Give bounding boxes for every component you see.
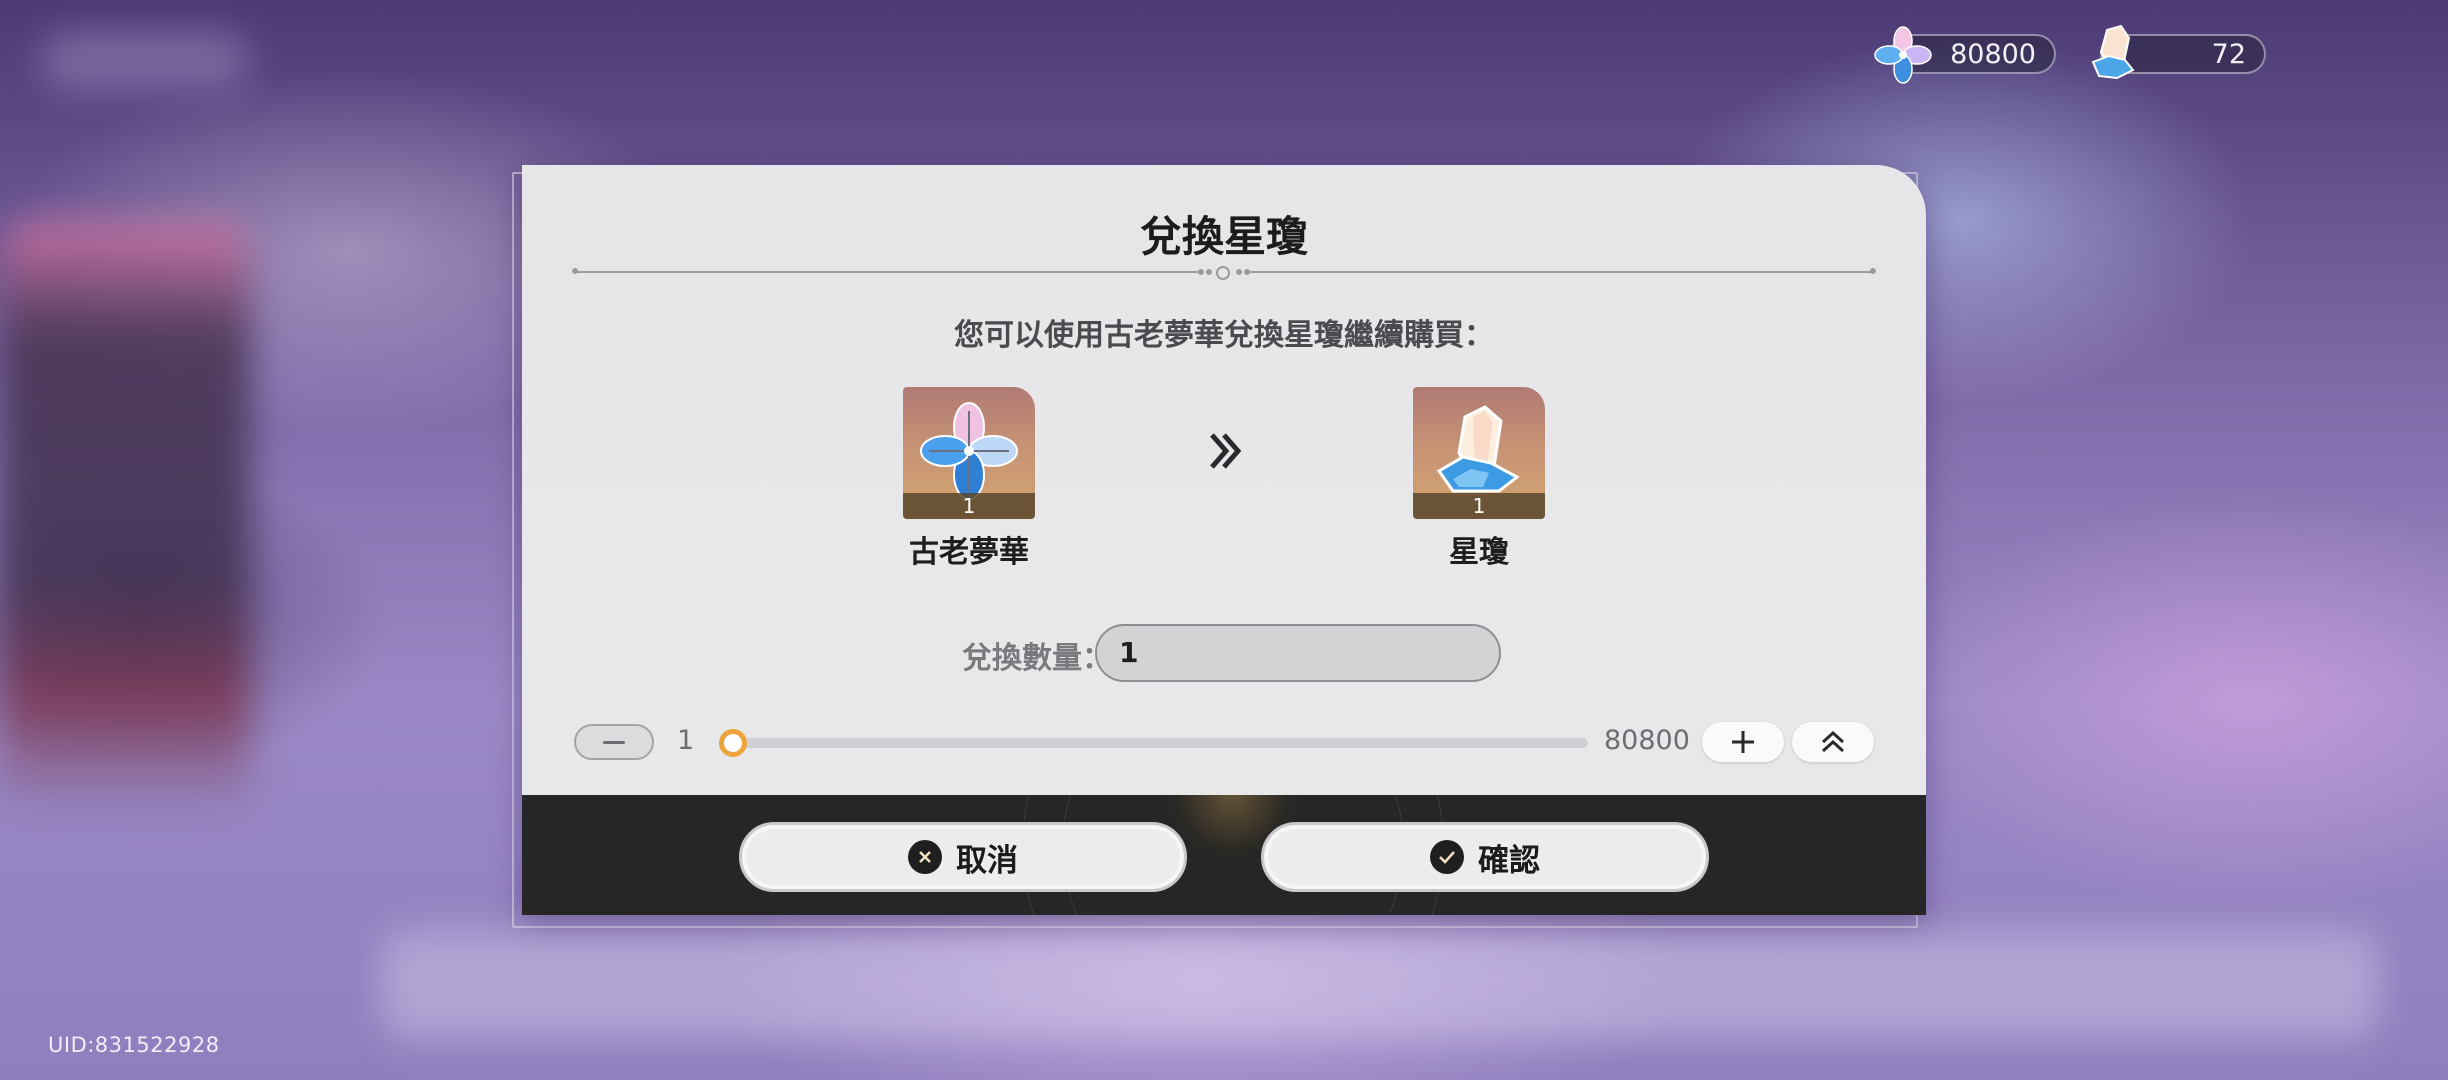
quantity-slider-track[interactable]: [730, 738, 1588, 748]
cancel-button[interactable]: 取消: [739, 822, 1187, 892]
confirm-label: 確認: [1478, 842, 1540, 879]
dialog-footer: 取消 確認: [522, 795, 1926, 915]
slider-max-value: 80800: [1604, 725, 1690, 756]
item-count: 1: [1413, 493, 1545, 519]
close-icon: [908, 840, 942, 874]
divider-cap: [1870, 268, 1876, 274]
background-bottom-strip: [380, 930, 2380, 1040]
divider-dot: [1198, 269, 1204, 275]
title-divider-right: [1250, 271, 1874, 273]
check-icon: [1430, 840, 1464, 874]
dialog-title: 兌換星瓊: [1139, 212, 1308, 261]
decrease-button[interactable]: [574, 724, 654, 760]
slider-min-value: 1: [677, 725, 695, 756]
stellar-jade-card[interactable]: 1: [1413, 387, 1545, 519]
plus-icon: [1732, 731, 1754, 753]
divider-dot: [1236, 269, 1242, 275]
double-chevron-up-icon: [1821, 730, 1845, 753]
star-rail-pass-amount: 72: [2211, 38, 2246, 70]
max-button[interactable]: [1792, 722, 1874, 762]
to-item-name: 星瓊: [1449, 535, 1509, 570]
divider-center-ring: [1216, 266, 1230, 280]
cancel-label: 取消: [956, 842, 1018, 879]
oneiric-shard-amount: 80800: [1950, 38, 2036, 70]
uid-label: UID:831522928: [48, 1033, 220, 1057]
oneiric-shard-card[interactable]: 1: [903, 387, 1035, 519]
confirm-button[interactable]: 確認: [1261, 822, 1709, 892]
quantity-label: 兌換數量：: [962, 641, 1112, 676]
quantity-input[interactable]: 1: [1095, 624, 1501, 682]
title-divider-left: [574, 271, 1198, 273]
quantity-slider-thumb[interactable]: [719, 729, 747, 757]
oneiric-shard-icon: [1872, 24, 1934, 86]
dialog-subtitle: 您可以使用古老夢華兌換星瓊繼續購買：: [954, 318, 1494, 353]
item-count: 1: [903, 493, 1035, 519]
background-left-panel: [0, 220, 250, 820]
double-chevron-right-icon: [1210, 433, 1242, 469]
background-logo: [40, 30, 250, 90]
from-item-name: 古老夢華: [909, 535, 1029, 570]
increase-button[interactable]: [1702, 722, 1784, 762]
exchange-dialog: 兌換星瓊 您可以使用古老夢華兌換星瓊繼續購買： 1 古老夢華 1 星瓊 兌換數量…: [522, 165, 1926, 915]
divider-dot: [1206, 269, 1212, 275]
stellar-jade-icon: [2083, 22, 2145, 84]
